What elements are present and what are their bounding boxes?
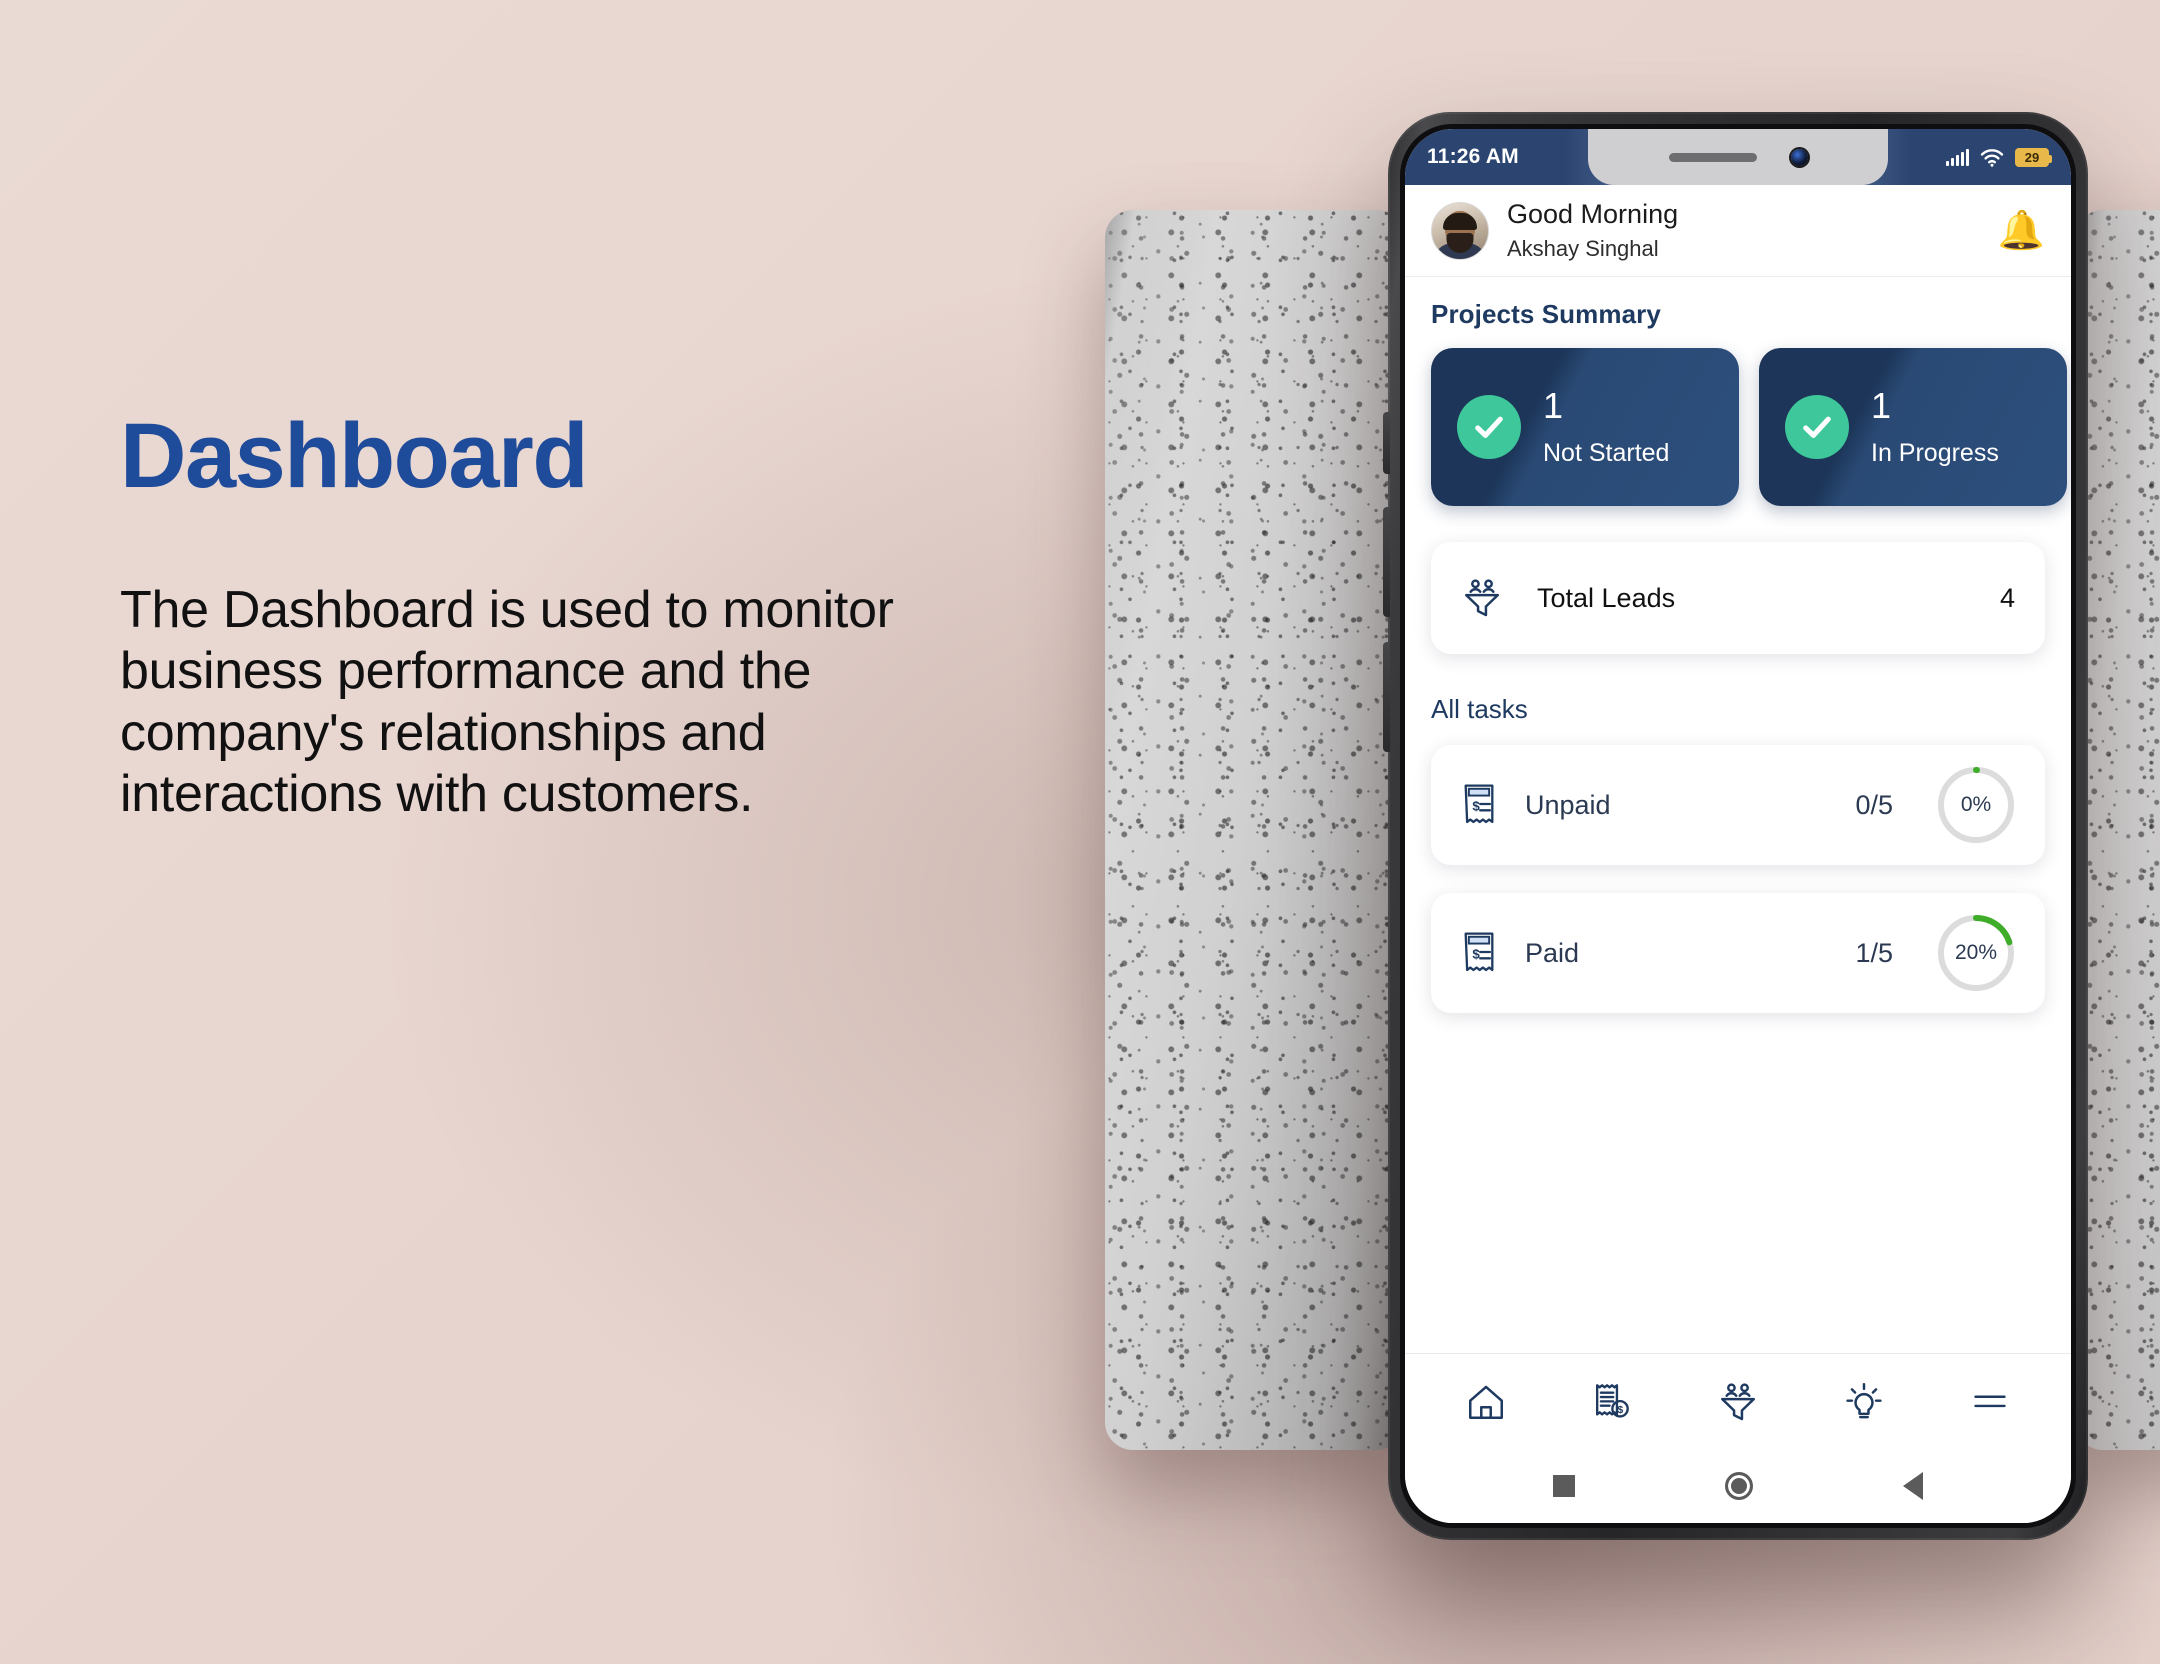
nav-leads-funnel-icon[interactable]: [1710, 1374, 1766, 1430]
task-fraction: 0/5: [1855, 789, 1893, 820]
task-card-unpaid[interactable]: $ Unpaid 0/5 0%: [1431, 745, 2045, 865]
page-description: The Dashboard is used to monitor busines…: [120, 581, 894, 824]
signal-bars-icon: [1946, 148, 1969, 166]
phone-screen: 11:26 AM 29 Good Morning Akshay Singhal …: [1405, 129, 2071, 1523]
greeting-block: Good Morning Akshay Singhal: [1507, 198, 1980, 263]
nav-invoice-dollar-icon[interactable]: $: [1584, 1374, 1640, 1430]
task-label: Unpaid: [1525, 789, 1611, 820]
task-card-paid[interactable]: $ Paid 1/5 20%: [1431, 893, 2045, 1013]
nav-home-icon[interactable]: [1458, 1374, 1514, 1430]
slide-canvas: Dashboard The Dashboard is used to monit…: [0, 0, 2160, 1664]
status-bar-indicators: 29: [1946, 147, 2052, 167]
nav-lightbulb-icon[interactable]: [1836, 1374, 1892, 1430]
project-count: 1: [1543, 384, 1564, 426]
app-content: Projects Summary 1 Not Started 1 In Prog…: [1405, 277, 2071, 1353]
all-tasks-title: All tasks: [1431, 694, 1528, 724]
phone-notch: [1588, 129, 1888, 185]
block-sheen: [1105, 210, 1405, 1450]
phone-side-button[interactable]: [1383, 412, 1390, 474]
project-status-label: In Progress: [1871, 439, 1999, 468]
task-progress-ring: 0%: [1935, 764, 2017, 846]
android-navigation-bar: [1405, 1449, 2071, 1523]
svg-text:$: $: [1617, 1404, 1623, 1416]
task-progress-ring: 20%: [1935, 912, 2017, 994]
bell-icon[interactable]: 🔔: [1998, 212, 2045, 250]
phone-bezel: 11:26 AM 29 Good Morning Akshay Singhal …: [1400, 124, 2076, 1528]
project-count: 1: [1871, 384, 1892, 426]
recents-square-icon[interactable]: [1553, 1475, 1575, 1497]
check-circle-icon: [1785, 395, 1849, 459]
page-title: Dashboard: [120, 405, 589, 507]
total-leads-card[interactable]: Total Leads 4: [1431, 542, 2045, 654]
avatar-hair: [1443, 212, 1477, 230]
task-percent-label: 0%: [1960, 793, 1992, 816]
bottom-navigation-bar: $: [1405, 1353, 2071, 1449]
battery-indicator: 29: [2015, 147, 2052, 167]
card-text: 1 In Progress: [1871, 386, 1999, 469]
projects-summary-title: Projects Summary: [1431, 299, 1661, 329]
status-bar: 11:26 AM 29: [1405, 129, 2071, 185]
task-fraction: 1/5: [1855, 937, 1893, 968]
project-status-label: Not Started: [1543, 439, 1670, 468]
invoice-icon: $: [1464, 932, 1494, 972]
phone-volume-up-button[interactable]: [1383, 507, 1390, 617]
task-label: Paid: [1525, 937, 1580, 968]
projects-summary-row[interactable]: 1 Not Started 1 In Progress: [1405, 348, 2071, 506]
app-header: Good Morning Akshay Singhal 🔔: [1405, 185, 2071, 277]
avatar[interactable]: [1431, 201, 1489, 260]
phone-volume-down-button[interactable]: [1383, 642, 1390, 752]
task-percent-label: 20%: [1954, 941, 1998, 964]
wifi-icon: [1980, 148, 2004, 167]
concrete-block-left: [1105, 210, 1405, 1450]
card-text: 1 Not Started: [1543, 386, 1669, 469]
leads-funnel-icon: [1465, 579, 1499, 617]
check-circle-icon: [1457, 395, 1521, 459]
total-leads-label: Total Leads: [1537, 582, 1676, 613]
svg-text:$: $: [1472, 798, 1480, 813]
status-bar-time: 11:26 AM: [1427, 145, 1519, 168]
project-status-card-not-started[interactable]: 1 Not Started: [1431, 348, 1739, 506]
user-name: Akshay Singhal: [1507, 235, 1659, 261]
total-leads-value: 4: [1999, 582, 2015, 613]
project-status-card-in-progress[interactable]: 1 In Progress: [1759, 348, 2067, 506]
home-circle-icon[interactable]: [1725, 1472, 1753, 1500]
invoice-icon: $: [1464, 784, 1494, 824]
earpiece-speaker: [1668, 152, 1757, 162]
nav-hamburger-menu-icon[interactable]: [1962, 1374, 2018, 1430]
back-triangle-icon[interactable]: [1903, 1472, 1923, 1500]
svg-text:$: $: [1472, 946, 1480, 961]
phone-mockup: 11:26 AM 29 Good Morning Akshay Singhal …: [1383, 112, 2088, 1540]
slide-copy-block: Dashboard The Dashboard is used to monit…: [120, 410, 960, 825]
front-camera: [1790, 148, 1808, 166]
greeting-text: Good Morning: [1507, 198, 1679, 229]
